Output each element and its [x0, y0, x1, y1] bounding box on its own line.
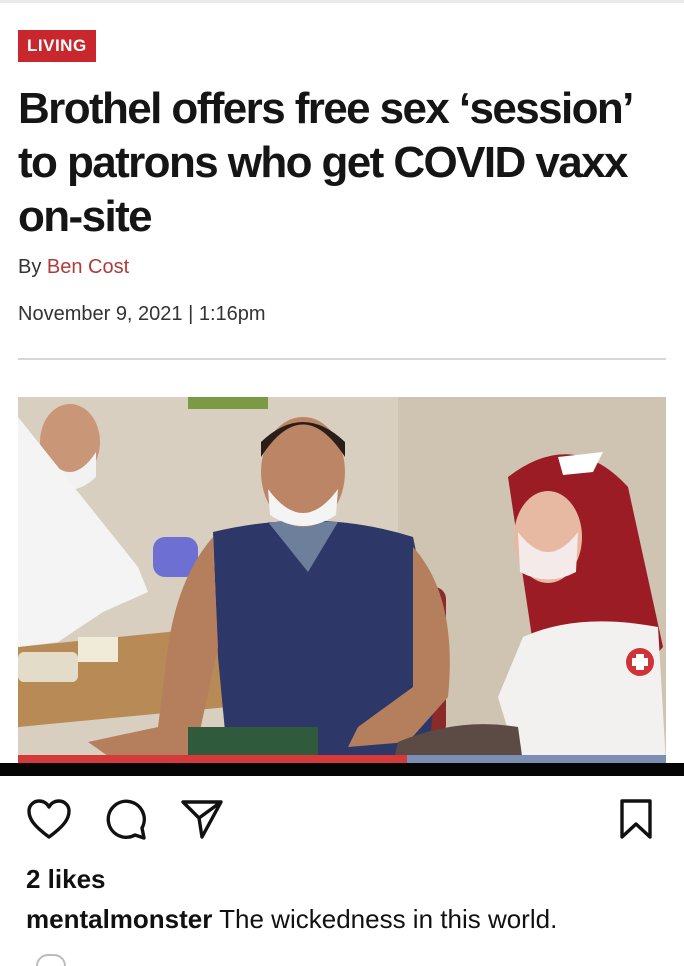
video-progress-bar[interactable] [18, 755, 666, 763]
heart-icon[interactable] [26, 798, 72, 840]
article-photo[interactable] [18, 397, 666, 763]
section-divider [18, 358, 666, 360]
photo-illustration [18, 397, 666, 763]
avatar[interactable] [36, 954, 66, 966]
category-tag[interactable]: LIVING [18, 30, 96, 62]
publish-date: November 9, 2021 | 1:16pm [18, 303, 266, 325]
post-caption: mentalmonster The wickedness in this wor… [26, 904, 557, 935]
byline-prefix: By [18, 256, 42, 278]
comment-icon[interactable] [104, 798, 148, 842]
article-headline[interactable]: Brothel offers free sex ‘session’ to pat… [18, 82, 658, 244]
author-link[interactable]: Ben Cost [47, 256, 129, 278]
byline: By Ben Cost [18, 256, 129, 279]
likes-count[interactable]: 2 likes [26, 864, 106, 895]
top-divider [0, 0, 684, 3]
share-icon[interactable] [180, 798, 224, 840]
media-bottom-bar [0, 763, 684, 776]
post-action-bar [0, 790, 684, 846]
caption-text: The wickedness in this world. [219, 904, 558, 934]
video-progress-played [18, 755, 407, 763]
caption-username[interactable]: mentalmonster [26, 904, 212, 934]
bookmark-icon[interactable] [618, 798, 654, 840]
